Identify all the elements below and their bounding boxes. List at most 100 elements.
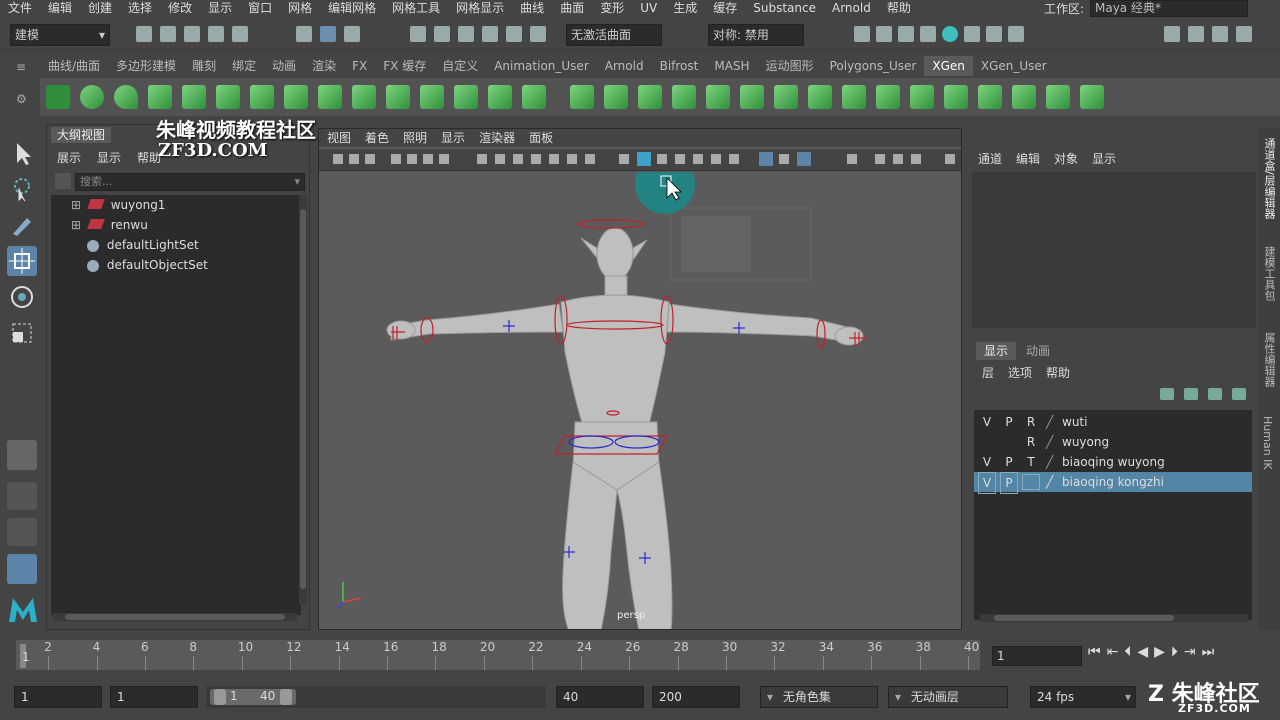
outliner-layout-icon[interactable] <box>7 554 37 584</box>
display-type-toggle[interactable]: R <box>1022 412 1040 432</box>
display-type-toggle[interactable]: T <box>1022 452 1040 472</box>
select-object-icon[interactable] <box>320 26 336 42</box>
groom-add-icon[interactable] <box>604 85 628 109</box>
outliner-hscrollbar[interactable] <box>53 613 297 621</box>
viewport-menu-panels[interactable]: 面板 <box>529 129 553 147</box>
range-slider[interactable]: 1 40 <box>206 686 546 708</box>
xgen-select-icon[interactable] <box>488 85 512 109</box>
playback-end-field[interactable]: 40 <box>556 686 644 708</box>
layer-row-selected[interactable]: V P ╱ biaoqing kongzhi <box>974 472 1252 494</box>
step-forward-key-icon[interactable]: ⇥ <box>1184 644 1196 660</box>
four-pane-layout-icon[interactable] <box>7 482 37 510</box>
groom-brush12-icon[interactable] <box>1080 85 1104 109</box>
animation-end-field[interactable]: 200 <box>652 686 740 708</box>
paint-select-tool-icon[interactable] <box>7 210 37 240</box>
shelf-tab[interactable]: 自定义 <box>434 56 486 76</box>
shelf-tab[interactable]: FX 缓存 <box>375 56 434 76</box>
tool-settings-icon[interactable] <box>1212 26 1228 42</box>
channelbox-menu-channels[interactable]: 通道 <box>978 150 1002 167</box>
shelf-tab[interactable]: 渲染 <box>304 56 344 76</box>
chevron-down-icon[interactable]: ▾ <box>294 174 300 190</box>
modeling-toolkit-icon[interactable] <box>1164 26 1180 42</box>
xgen-cut-icon[interactable] <box>420 85 444 109</box>
character-mesh[interactable] <box>386 227 864 630</box>
shelf-gear-icon[interactable]: ⚙ <box>16 92 27 106</box>
menu-item[interactable]: 网格 <box>280 0 320 16</box>
display-type-toggle[interactable]: R <box>1022 432 1040 452</box>
xgen-export-icon[interactable] <box>522 85 546 109</box>
new-layer-selected-icon[interactable] <box>1232 388 1246 400</box>
playback-start-field[interactable]: 1 <box>110 686 198 708</box>
shelf-tab[interactable]: 动画 <box>264 56 304 76</box>
groom-brush8-icon[interactable] <box>944 85 968 109</box>
snap-point-icon[interactable] <box>458 26 474 42</box>
character-set-dropdown[interactable]: ▾ 无角色集 <box>760 686 878 708</box>
groom-place-icon[interactable] <box>672 85 696 109</box>
attribute-editor-icon[interactable] <box>1188 26 1204 42</box>
go-to-start-icon[interactable]: ⏮ <box>1088 644 1101 660</box>
snap-surface-icon[interactable] <box>506 26 522 42</box>
menu-item[interactable]: 网格显示 <box>448 0 512 16</box>
shelf-tab[interactable]: Bifrost <box>652 56 707 76</box>
xgen-lock-icon[interactable] <box>284 85 308 109</box>
time-ruler[interactable]: 1 2 4 6 8 10 12 14 16 18 20 22 24 26 28 30 32 34 36 38 40 <box>16 640 980 670</box>
shelf-tab[interactable]: 运动图形 <box>758 56 822 76</box>
viewport-canvas[interactable]: persp <box>319 154 961 630</box>
layer-color-icon[interactable]: ╱ <box>1046 452 1053 472</box>
outliner-menu-show[interactable]: 展示 <box>57 149 81 166</box>
live-surface-field[interactable]: 无激活曲面 <box>566 24 662 46</box>
undo-icon[interactable] <box>208 26 224 42</box>
shelf-tab[interactable]: FX <box>344 56 375 76</box>
new-scene-icon[interactable] <box>136 26 152 42</box>
list-item[interactable]: ⊞ wuyong1 <box>71 195 165 215</box>
range-handle[interactable]: 1 40 <box>210 689 296 705</box>
layer-menu-help[interactable]: 帮助 <box>1046 364 1070 381</box>
sidebar-tab-attribute-editor[interactable]: 属性编辑器 <box>1261 332 1277 387</box>
menu-item[interactable]: 编辑 <box>40 0 80 16</box>
rotate-tool-icon[interactable] <box>7 282 37 312</box>
move-layer-down-icon[interactable] <box>1184 388 1198 400</box>
outliner-scrollbar[interactable] <box>299 195 307 605</box>
outliner-filter-icon[interactable] <box>55 173 71 189</box>
select-tool-icon[interactable] <box>7 138 37 168</box>
layer-color-icon[interactable]: ╱ <box>1046 432 1053 452</box>
scale-tool-icon[interactable] <box>7 318 37 348</box>
save-scene-icon[interactable] <box>184 26 200 42</box>
visibility-toggle[interactable]: V <box>978 472 996 494</box>
outliner-menu-display[interactable]: 显示 <box>97 149 121 166</box>
menu-item[interactable]: Arnold <box>824 0 879 16</box>
groom-brush9-icon[interactable] <box>978 85 1002 109</box>
layer-color-icon[interactable]: ╱ <box>1046 472 1053 492</box>
render-settings-icon[interactable] <box>898 26 914 42</box>
shelf-tab[interactable]: Arnold <box>597 56 652 76</box>
list-item[interactable]: defaultLightSet <box>87 235 199 255</box>
layer-row[interactable]: V P R ╱ wuti <box>974 412 1252 432</box>
workspace-dropdown[interactable]: Maya 经典* <box>1090 0 1248 17</box>
channelbox-menu-show[interactable]: 显示 <box>1092 150 1116 167</box>
sidebar-tab-human-ik[interactable]: Human IK <box>1261 416 1274 470</box>
layer-color-icon[interactable]: ╱ <box>1046 412 1053 432</box>
viewport-menu-show[interactable]: 显示 <box>441 129 465 147</box>
move-layer-up-icon[interactable] <box>1160 388 1174 400</box>
current-frame-input[interactable]: 1 <box>992 646 1082 666</box>
xgen-sculpt-icon[interactable] <box>250 85 274 109</box>
shelf-tab[interactable]: 绑定 <box>224 56 264 76</box>
menu-item[interactable]: 窗口 <box>240 0 280 16</box>
fps-dropdown[interactable]: 24 fps ▾ <box>1030 686 1136 708</box>
channelbox-menu-edit[interactable]: 编辑 <box>1016 150 1040 167</box>
list-item[interactable]: defaultObjectSet <box>87 255 208 275</box>
shelf-tab[interactable]: Polygons_User <box>822 56 925 76</box>
menu-item[interactable]: 选择 <box>120 0 160 16</box>
new-layer-icon[interactable] <box>1208 388 1222 400</box>
xgen-preview-icon[interactable] <box>80 85 104 109</box>
layer-row[interactable]: V P T ╱ biaoqing wuyong <box>974 452 1252 472</box>
groom-brush2-icon[interactable] <box>740 85 764 109</box>
step-back-frame-icon[interactable]: ⏴ <box>1124 644 1131 660</box>
menu-item[interactable]: Substance <box>745 0 824 16</box>
shelf-tab[interactable]: Animation_User <box>486 56 597 76</box>
layer-menu-layers[interactable]: 层 <box>982 364 994 381</box>
single-pane-layout-icon[interactable] <box>7 440 37 470</box>
sidebar-tab-modeling-toolkit[interactable]: 建模工具包 <box>1261 246 1277 301</box>
select-component-icon[interactable] <box>344 26 360 42</box>
channelbox-menu-object[interactable]: 对象 <box>1054 150 1078 167</box>
